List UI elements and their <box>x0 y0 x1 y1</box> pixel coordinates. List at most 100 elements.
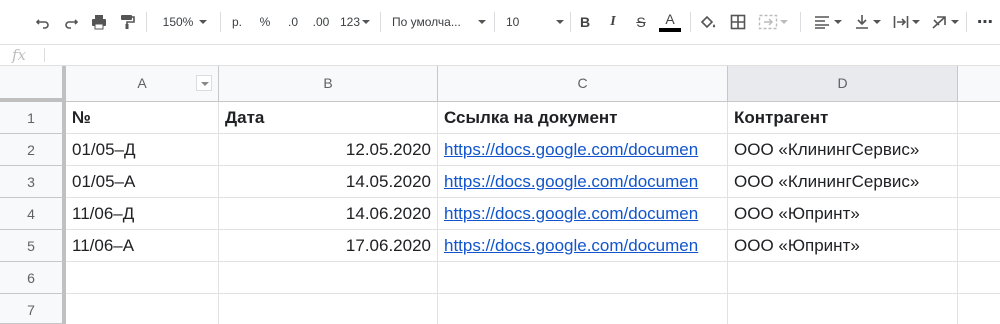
column-label: B <box>323 75 333 91</box>
document-link[interactable]: https://docs.google.com/documen <box>438 230 728 262</box>
more-options-button[interactable]: ⋯ <box>976 11 994 33</box>
table-cell[interactable] <box>219 262 438 294</box>
redo-icon[interactable] <box>62 11 80 33</box>
table-cell[interactable] <box>66 262 219 294</box>
row-header[interactable]: 6 <box>0 262 66 294</box>
table-cell[interactable] <box>958 134 1000 166</box>
column-header-e[interactable] <box>958 66 1000 102</box>
decimal-decrease-label: .0 <box>287 15 298 29</box>
chevron-down-icon <box>951 20 959 24</box>
number-format-select[interactable]: 123 <box>338 11 372 33</box>
italic-label: I <box>610 14 616 29</box>
table-cell[interactable]: ООО «Юпринт» <box>728 198 958 230</box>
zoom-value: 150% <box>162 15 194 29</box>
zoom-select[interactable]: 150% <box>158 11 212 33</box>
filter-dropdown-icon[interactable] <box>196 75 212 91</box>
table-cell[interactable]: Ссылка на документ <box>438 102 728 134</box>
table-cell[interactable] <box>958 294 1000 324</box>
merge-cells-icon[interactable] <box>756 11 790 33</box>
row-header[interactable]: 2 <box>0 134 66 166</box>
row-header[interactable]: 3 <box>0 166 66 198</box>
document-link[interactable]: https://docs.google.com/documen <box>438 166 728 198</box>
more-label: ⋯ <box>977 14 993 31</box>
table-cell[interactable]: Контрагент <box>728 102 958 134</box>
table-cell[interactable]: ООО «Юпринт» <box>728 230 958 262</box>
horizontal-align-icon[interactable] <box>812 11 844 33</box>
percent-label: % <box>259 15 271 29</box>
column-header-d[interactable]: D <box>728 66 958 102</box>
toolbar-divider <box>570 12 571 32</box>
percent-format-button[interactable]: % <box>256 11 274 33</box>
paint-format-icon[interactable] <box>118 11 136 33</box>
borders-icon[interactable] <box>728 11 748 33</box>
toolbar-divider <box>966 12 967 32</box>
table-cell[interactable] <box>958 262 1000 294</box>
table-cell[interactable] <box>438 262 728 294</box>
decrease-decimal-button[interactable]: .0 <box>282 11 304 33</box>
document-link[interactable]: https://docs.google.com/documen <box>438 134 728 166</box>
undo-icon[interactable] <box>34 11 52 33</box>
table-cell[interactable]: № <box>66 102 219 134</box>
chevron-down-icon <box>780 20 788 24</box>
chevron-down-icon <box>834 20 842 24</box>
row-header[interactable]: 5 <box>0 230 66 262</box>
row-header[interactable]: 1 <box>0 102 66 134</box>
table-cell[interactable]: 14.05.2020 <box>219 166 438 198</box>
italic-button[interactable]: I <box>604 11 622 33</box>
toolbar-divider <box>800 12 801 32</box>
table-cell[interactable] <box>728 262 958 294</box>
table-cell[interactable]: 11/06–А <box>66 230 219 262</box>
table-cell[interactable] <box>958 230 1000 262</box>
toolbar-divider <box>494 12 495 32</box>
currency-format-button[interactable]: р. <box>228 11 246 33</box>
font-family-label: По умолча... <box>392 15 461 29</box>
table-cell[interactable] <box>219 294 438 324</box>
table-cell[interactable]: 12.05.2020 <box>219 134 438 166</box>
fill-color-icon[interactable] <box>698 11 718 33</box>
number-format-label: 123 <box>339 15 361 29</box>
table-cell[interactable]: 17.06.2020 <box>219 230 438 262</box>
table-cell[interactable] <box>438 294 728 324</box>
table-cell[interactable] <box>958 102 1000 134</box>
text-color-button[interactable]: A <box>658 11 682 33</box>
table-cell[interactable]: ООО «КлинингСервис» <box>728 134 958 166</box>
select-all-corner[interactable] <box>0 66 66 102</box>
bold-button[interactable]: B <box>576 11 594 33</box>
formula-bar: fx <box>0 44 1000 66</box>
table-cell[interactable] <box>958 166 1000 198</box>
table-cell[interactable]: 01/05–А <box>66 166 219 198</box>
text-color-swatch <box>659 28 681 32</box>
strikethrough-button[interactable]: S <box>632 11 650 33</box>
table-cell[interactable]: 14.06.2020 <box>219 198 438 230</box>
toolbar-divider <box>690 12 691 32</box>
table-cell[interactable]: Дата <box>219 102 438 134</box>
table-cell[interactable]: 11/06–Д <box>66 198 219 230</box>
table-cell[interactable] <box>66 294 219 324</box>
toolbar-divider <box>380 12 381 32</box>
increase-decimal-button[interactable]: .00 <box>308 11 334 33</box>
column-header-c[interactable]: C <box>438 66 728 102</box>
font-family-select[interactable]: По умолча... <box>392 11 486 33</box>
chevron-down-icon <box>556 20 564 24</box>
document-link[interactable]: https://docs.google.com/documen <box>438 198 728 230</box>
font-size-select[interactable]: 10 <box>506 11 564 33</box>
table-cell[interactable]: ООО «КлинингСервис» <box>728 166 958 198</box>
table-cell[interactable] <box>958 198 1000 230</box>
table-cell[interactable] <box>728 294 958 324</box>
decimal-increase-label: .00 <box>312 15 330 29</box>
column-header-b[interactable]: B <box>219 66 438 102</box>
row-header[interactable]: 4 <box>0 198 66 230</box>
text-rotation-icon[interactable] <box>928 11 962 33</box>
chevron-down-icon <box>362 20 371 24</box>
text-color-label: A <box>665 11 675 27</box>
text-wrap-icon[interactable] <box>890 11 922 33</box>
print-icon[interactable] <box>90 11 108 33</box>
vertical-align-icon[interactable] <box>852 11 884 33</box>
toolbar-divider <box>220 12 221 32</box>
row-header[interactable]: 7 <box>0 294 66 324</box>
column-label: C <box>577 75 588 91</box>
column-label: D <box>837 75 848 91</box>
toolbar-divider <box>146 12 147 32</box>
table-cell[interactable]: 01/05–Д <box>66 134 219 166</box>
column-header-a[interactable]: A <box>66 66 219 102</box>
